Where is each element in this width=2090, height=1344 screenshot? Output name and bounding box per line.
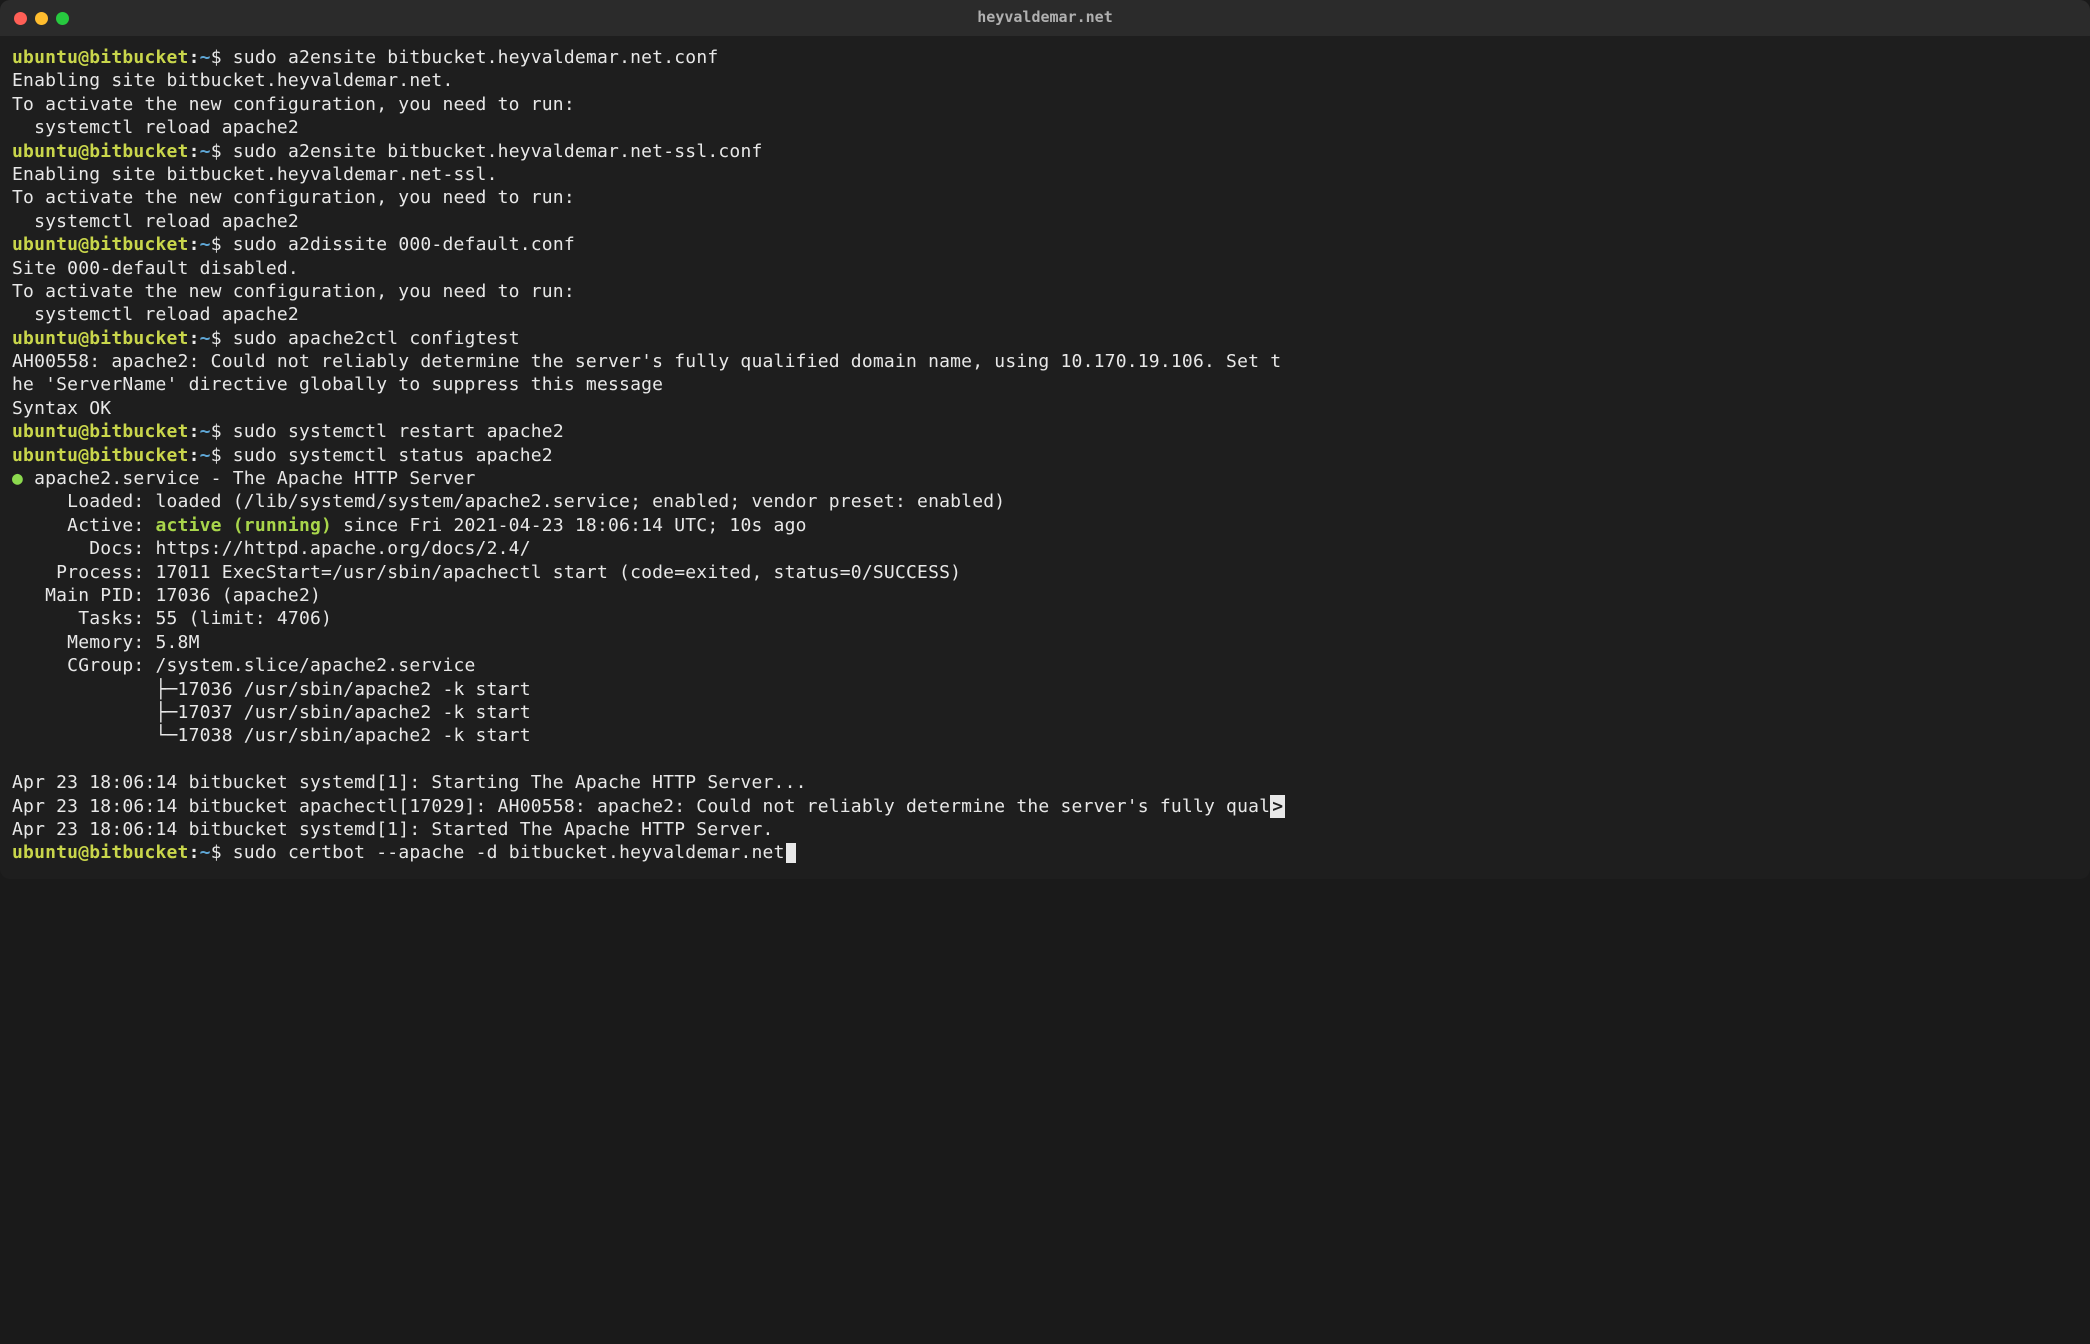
log-line: Apr 23 18:06:14 bitbucket systemd[1]: St… [12,771,2078,794]
close-icon[interactable] [14,12,27,25]
prompt-user: ubuntu@bitbucket [12,842,189,863]
cmd-text: sudo apache2ctl configtest [222,328,520,349]
prompt-sep: : [189,445,200,466]
prompt-sep: : [189,421,200,442]
status-loaded: Loaded: loaded (/lib/systemd/system/apac… [12,490,2078,513]
service-header: apache2.service - The Apache HTTP Server [23,468,476,489]
status-mainpid: Main PID: 17036 (apache2) [12,584,2078,607]
status-bullet-icon: ● [12,468,23,489]
terminal-window: heyvaldemar.net ubuntu@bitbucket:~$ sudo… [0,0,2090,879]
cmd-text: sudo certbot --apache -d bitbucket.heyva… [222,842,785,863]
status-docs: Docs: https://httpd.apache.org/docs/2.4/ [12,537,2078,560]
status-memory: Memory: 5.8M [12,631,2078,654]
prompt-path: ~ [200,141,211,162]
cursor-icon [786,843,796,863]
status-cgroup-child: └─17038 /usr/sbin/apache2 -k start [12,724,2078,747]
prompt-user: ubuntu@bitbucket [12,328,189,349]
prompt-symbol: $ [211,141,222,162]
prompt-path: ~ [200,445,211,466]
prompt-sep: : [189,47,200,68]
traffic-lights [14,12,69,25]
titlebar[interactable]: heyvaldemar.net [0,0,2090,36]
prompt-user: ubuntu@bitbucket [12,421,189,442]
prompt-sep: : [189,234,200,255]
cmd-text: sudo a2dissite 000-default.conf [222,234,575,255]
output-text: Site 000-default disabled. To activate t… [12,257,2078,327]
prompt-symbol: $ [211,842,222,863]
maximize-icon[interactable] [56,12,69,25]
prompt-sep: : [189,141,200,162]
prompt-user: ubuntu@bitbucket [12,445,189,466]
minimize-icon[interactable] [35,12,48,25]
prompt-symbol: $ [211,445,222,466]
output-text: Enabling site bitbucket.heyvaldemar.net.… [12,69,2078,139]
cmd-text: sudo a2ensite bitbucket.heyvaldemar.net.… [222,47,719,68]
prompt-path: ~ [200,842,211,863]
status-active-value: active (running) [155,515,332,536]
status-process: Process: 17011 ExecStart=/usr/sbin/apach… [12,561,2078,584]
prompt-user: ubuntu@bitbucket [12,234,189,255]
status-cgroup-child: ├─17037 /usr/sbin/apache2 -k start [12,701,2078,724]
prompt-path: ~ [200,328,211,349]
prompt-user: ubuntu@bitbucket [12,47,189,68]
cmd-text: sudo a2ensite bitbucket.heyvaldemar.net-… [222,141,763,162]
status-cgroup-child: ├─17036 /usr/sbin/apache2 -k start [12,678,2078,701]
terminal-output[interactable]: ubuntu@bitbucket:~$ sudo a2ensite bitbuc… [0,36,2090,879]
prompt-sep: : [189,842,200,863]
output-text: Enabling site bitbucket.heyvaldemar.net-… [12,163,2078,233]
prompt-sep: : [189,328,200,349]
truncate-indicator: > [1270,795,1285,818]
status-active-since: since Fri 2021-04-23 18:06:14 UTC; 10s a… [332,515,807,536]
cmd-text: sudo systemctl status apache2 [222,445,553,466]
window-title: heyvaldemar.net [977,8,1112,28]
log-line: Apr 23 18:06:14 bitbucket systemd[1]: St… [12,818,2078,841]
prompt-path: ~ [200,234,211,255]
status-cgroup: CGroup: /system.slice/apache2.service [12,654,2078,677]
output-text: AH00558: apache2: Could not reliably det… [12,350,2078,420]
prompt-path: ~ [200,421,211,442]
prompt-user: ubuntu@bitbucket [12,141,189,162]
cmd-text: sudo systemctl restart apache2 [222,421,564,442]
prompt-path: ~ [200,47,211,68]
status-active-label: Active: [12,515,155,536]
status-tasks: Tasks: 55 (limit: 4706) [12,607,2078,630]
prompt-symbol: $ [211,234,222,255]
prompt-symbol: $ [211,328,222,349]
prompt-symbol: $ [211,421,222,442]
log-line: Apr 23 18:06:14 bitbucket apachectl[1702… [12,796,1270,817]
prompt-symbol: $ [211,47,222,68]
